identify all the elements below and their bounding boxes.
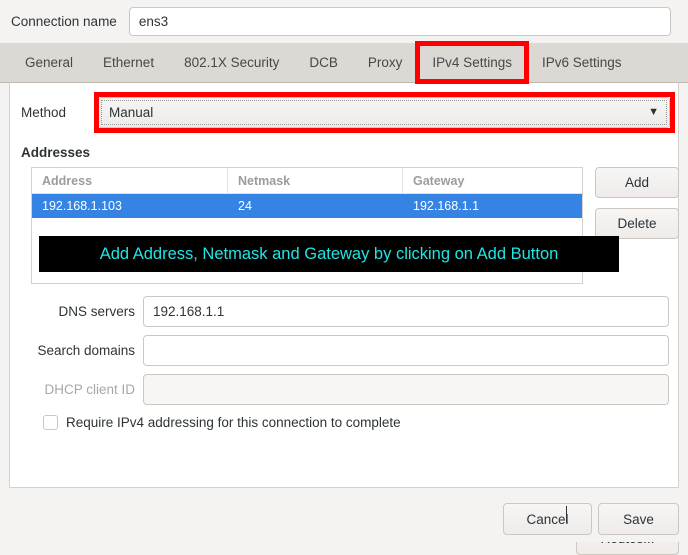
tab-ethernet-label: Ethernet [103, 55, 154, 70]
tab-ethernet[interactable]: Ethernet [88, 43, 169, 82]
tab-proxy-label: Proxy [368, 55, 403, 70]
ipv4-settings-panel: Method Manual ▼ Addresses Address Netmas… [9, 83, 679, 488]
tab-proxy[interactable]: Proxy [353, 43, 418, 82]
cell-address: 192.168.1.103 [32, 194, 228, 218]
cell-gateway: 192.168.1.1 [403, 194, 582, 218]
require-ipv4-label: Require IPv4 addressing for this connect… [66, 415, 401, 430]
column-header-gateway: Gateway [403, 168, 582, 193]
dhcp-client-id-row: DHCP client ID [10, 374, 678, 405]
connection-name-label: Connection name [11, 14, 117, 29]
tab-ipv4-settings-label: IPv4 Settings [432, 55, 512, 70]
save-button[interactable]: Save [598, 503, 679, 535]
connection-name-row: Connection name [0, 0, 688, 43]
column-header-address: Address [32, 168, 228, 193]
tab-dcb-label: DCB [309, 55, 338, 70]
search-domains-label: Search domains [10, 343, 143, 358]
cell-netmask: 24 [228, 194, 403, 218]
method-combo-wrapper: Manual ▼ [98, 97, 670, 128]
annotation-banner: Add Address, Netmask and Gateway by clic… [39, 236, 619, 272]
delete-button[interactable]: Delete [595, 208, 679, 239]
method-dropdown-value: Manual [109, 105, 153, 120]
addresses-section-title: Addresses [21, 145, 90, 160]
search-domains-input[interactable] [143, 335, 669, 366]
chevron-down-icon: ▼ [648, 107, 659, 118]
method-label: Method [21, 105, 93, 120]
method-dropdown[interactable]: Manual ▼ [98, 97, 670, 128]
search-domains-row: Search domains [10, 335, 678, 366]
require-ipv4-row[interactable]: Require IPv4 addressing for this connect… [43, 415, 401, 430]
table-row[interactable]: 192.168.1.103 24 192.168.1.1 [32, 194, 582, 218]
tab-ipv6-settings[interactable]: IPv6 Settings [527, 43, 637, 82]
add-button[interactable]: Add [595, 167, 679, 198]
require-ipv4-checkbox[interactable] [43, 415, 58, 430]
dhcp-client-id-label: DHCP client ID [10, 382, 143, 397]
dhcp-client-id-input [143, 374, 669, 405]
column-header-netmask: Netmask [228, 168, 403, 193]
cancel-button[interactable]: Cancel [503, 503, 592, 535]
dns-servers-row: DNS servers [10, 296, 678, 327]
tab-general-label: General [25, 55, 73, 70]
tab-ipv6-settings-label: IPv6 Settings [542, 55, 622, 70]
tab-ipv4-settings[interactable]: IPv4 Settings [417, 43, 527, 82]
settings-tabbar: General Ethernet 802.1X Security DCB Pro… [0, 43, 688, 83]
addresses-button-column: Add Delete [595, 167, 679, 239]
text-caret [566, 506, 567, 523]
dns-servers-label: DNS servers [10, 304, 143, 319]
addresses-table-header: Address Netmask Gateway [32, 168, 582, 194]
tab-8021x-security-label: 802.1X Security [184, 55, 279, 70]
tab-8021x-security[interactable]: 802.1X Security [169, 43, 294, 82]
method-row: Method Manual ▼ [10, 97, 678, 128]
dns-servers-input[interactable] [143, 296, 669, 327]
tab-dcb[interactable]: DCB [294, 43, 353, 82]
connection-name-input[interactable] [129, 7, 671, 36]
tab-general[interactable]: General [10, 43, 88, 82]
